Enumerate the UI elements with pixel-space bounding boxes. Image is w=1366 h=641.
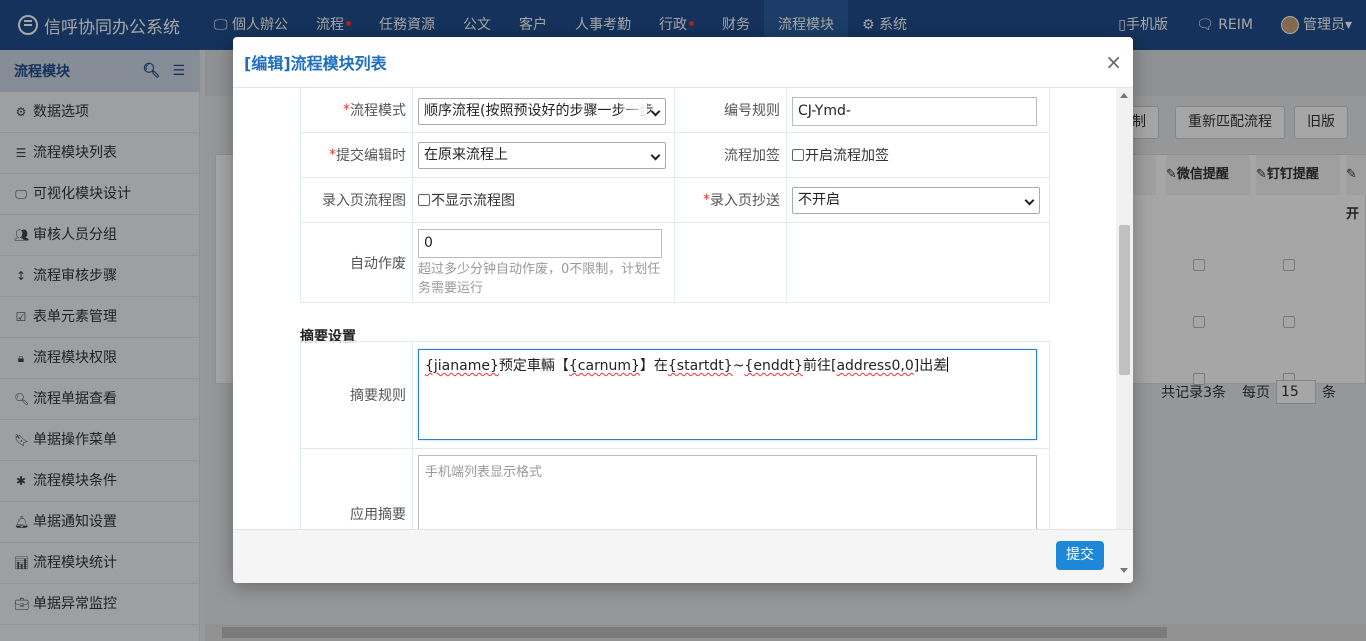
vertical-scrollbar[interactable] <box>1116 88 1133 529</box>
summary-rule-textarea[interactable]: {jianame}预定車輛【{carnum}】在{startdt}~{enddt… <box>418 349 1037 440</box>
close-icon[interactable]: × <box>1105 52 1122 72</box>
field-label: 流程加签 <box>675 133 787 177</box>
field-label: * 录入页抄送 <box>675 178 787 222</box>
app-summary-textarea[interactable]: 手机端列表显示格式 <box>418 455 1037 529</box>
form-row: 摘要规则 {jianame}预定車輛【{carnum}】在{startdt}~{… <box>300 341 1050 449</box>
edit-modal: [编辑]流程模块列表 × * 流程模式 顺序流程(按照预设好的步骤一步一步 编号规… <box>233 37 1133 583</box>
field-label: 录入页流程图 <box>301 178 413 222</box>
checkbox[interactable] <box>792 149 804 161</box>
modal-footer: 提交 <box>233 529 1133 583</box>
field-label: 自动作废 <box>301 223 413 302</box>
field-label: * 流程模式 <box>301 88 413 132</box>
modal-body[interactable]: * 流程模式 顺序流程(按照预设好的步骤一步一步 编号规则 CJ-Ymd- * 提交… <box>233 88 1116 529</box>
checkbox[interactable] <box>418 194 430 206</box>
form-row: 应用摘要 手机端列表显示格式 <box>300 449 1050 529</box>
form-row: 录入页流程图 不显示流程图 * 录入页抄送 不开启 <box>300 178 1050 223</box>
scroll-up-icon[interactable] <box>1120 93 1128 98</box>
scroll-thumb[interactable] <box>1119 225 1130 375</box>
form-row: * 提交编辑时 在原来流程上 流程加签 开启流程加签 <box>300 133 1050 178</box>
flow-sign-checkbox[interactable]: 开启流程加签 <box>787 133 1049 177</box>
modal-title: [编辑]流程模块列表 <box>244 54 387 73</box>
auto-void-input[interactable]: 0 <box>418 229 662 258</box>
text-caret <box>947 357 949 372</box>
entry-chart-checkbox[interactable]: 不显示流程图 <box>413 178 675 222</box>
modal-header: [编辑]流程模块列表 × <box>233 37 1133 88</box>
form-row: * 流程模式 顺序流程(按照预设好的步骤一步一步 编号规则 CJ-Ymd- <box>300 88 1050 133</box>
auto-void-hint: 超过多少分钟自动作废，0不限制，计划任务需要运行 <box>418 262 661 296</box>
entry-cc-select[interactable]: 不开启 <box>792 187 1040 214</box>
field-label: * 提交编辑时 <box>301 133 413 177</box>
submit-button[interactable]: 提交 <box>1056 541 1104 570</box>
field-label: 摘要规则 <box>301 342 413 448</box>
form-row: 自动作废 0 超过多少分钟自动作废，0不限制，计划任务需要运行 <box>300 223 1050 303</box>
scroll-down-icon[interactable] <box>1120 568 1128 573</box>
submit-edit-select[interactable]: 在原来流程上 <box>418 142 666 169</box>
field-label: 编号规则 <box>675 88 787 132</box>
code-rule-input[interactable]: CJ-Ymd- <box>792 97 1037 126</box>
flow-mode-select[interactable]: 顺序流程(按照预设好的步骤一步一步 <box>418 98 666 125</box>
field-label: 应用摘要 <box>301 449 413 529</box>
